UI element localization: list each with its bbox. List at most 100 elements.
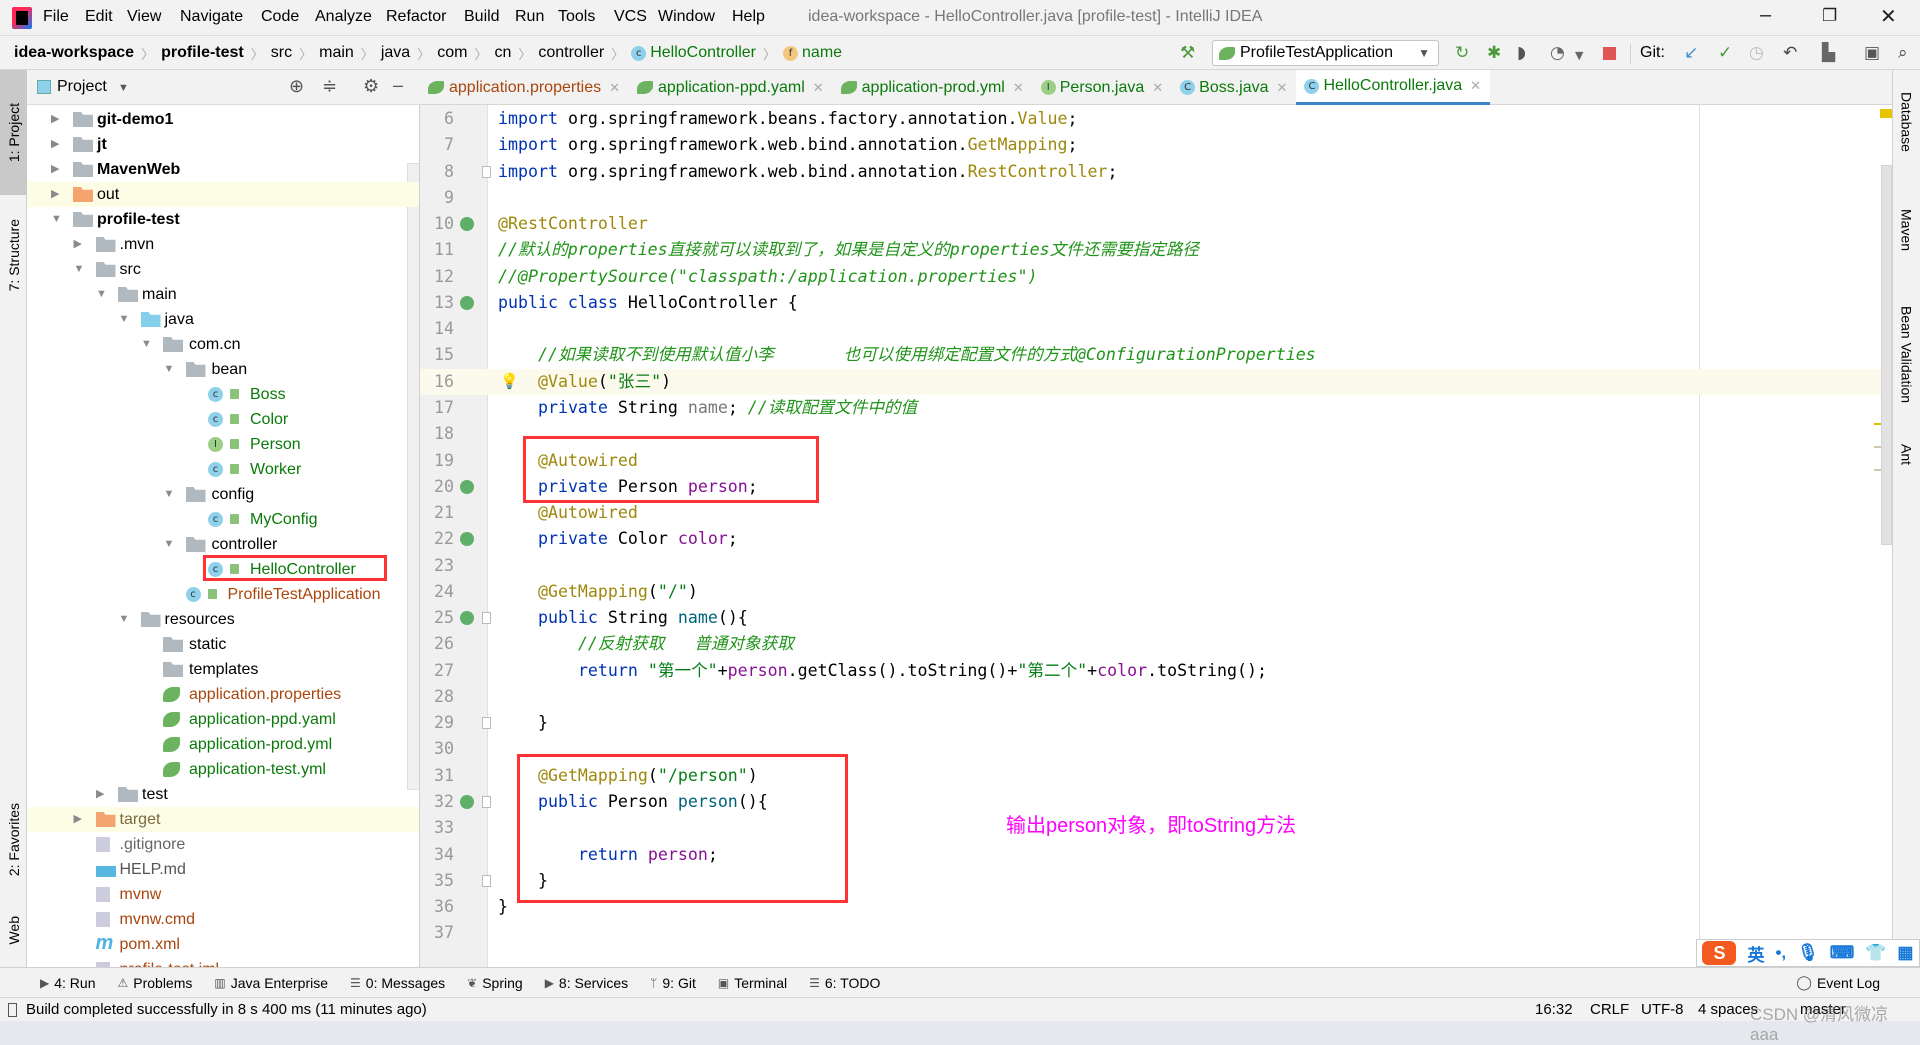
code-line[interactable]: 28 xyxy=(420,684,1892,710)
breadcrumb-item[interactable]: com xyxy=(437,44,467,62)
collapsed-arrow-icon[interactable]: ▶ xyxy=(74,232,88,257)
collapsed-arrow-icon[interactable]: ▶ xyxy=(74,807,88,832)
spring-bean-gutter-icon[interactable] xyxy=(460,295,474,310)
rerun-icon[interactable]: ↻ xyxy=(1455,44,1469,62)
stop-icon[interactable] xyxy=(1603,47,1616,60)
breadcrumb-item[interactable]: java xyxy=(381,44,410,62)
tree-item--gitignore[interactable]: .gitignore xyxy=(27,832,419,857)
tool-tab-web[interactable]: Web xyxy=(0,900,27,960)
tree-item-mvnw[interactable]: mvnw xyxy=(27,882,419,907)
tree-item-resources[interactable]: ▼ resources xyxy=(27,607,419,632)
tree-item-color[interactable]: c Color xyxy=(27,407,419,432)
tree-item-src[interactable]: ▼ src xyxy=(27,257,419,282)
fold-marker-icon[interactable] xyxy=(482,796,491,809)
microphone-icon[interactable]: 🎙 xyxy=(1797,943,1819,963)
tool-tab-8-services[interactable]: ▶ 8: Services xyxy=(545,975,628,991)
tree-item-application-properties[interactable]: application.properties xyxy=(27,682,419,707)
search-icon[interactable]: ⌕ xyxy=(1898,44,1908,62)
fold-marker-icon[interactable] xyxy=(482,165,491,178)
locate-icon[interactable]: ⊕ xyxy=(289,76,304,97)
code-line[interactable]: 10 @RestController xyxy=(420,211,1892,237)
tool-tab-structure[interactable]: 7: Structure xyxy=(0,200,27,310)
file-encoding[interactable]: UTF-8 xyxy=(1641,998,1684,1022)
expanded-arrow-icon[interactable]: ▼ xyxy=(164,482,178,507)
status-message[interactable]: Build completed successfully in 8 s 400 … xyxy=(26,998,427,1022)
tree-item-jt[interactable]: ▶ jt xyxy=(27,132,419,157)
gear-icon[interactable]: ⚙ xyxy=(363,76,379,97)
expanded-arrow-icon[interactable]: ▼ xyxy=(119,307,133,332)
tree-item-profiletestapplication[interactable]: c ProfileTestApplication xyxy=(27,582,419,607)
restore-button[interactable]: ❐ xyxy=(1822,6,1837,26)
code-line[interactable]: 12 //@PropertySource("classpath:/applicat… xyxy=(420,264,1892,290)
code-line[interactable]: 13 public class HelloController { xyxy=(420,290,1892,316)
collapsed-arrow-icon[interactable]: ▶ xyxy=(51,157,65,182)
code-line[interactable]: 17 private String name; //读取配置文件中的值 xyxy=(420,395,1892,421)
collapsed-arrow-icon[interactable]: ▶ xyxy=(51,132,65,157)
tool-tab-spring[interactable]: ❦ Spring xyxy=(467,975,523,991)
code-line[interactable]: 26 //反射获取 普通对象获取 xyxy=(420,631,1892,657)
tree-item-git-demo1[interactable]: ▶ git-demo1 xyxy=(27,107,419,132)
tab-person-java[interactable]: I Person.java ✕ xyxy=(1033,70,1172,105)
menu-file[interactable]: File xyxy=(43,8,69,26)
project-view-selector[interactable]: Project xyxy=(57,78,107,96)
code-line[interactable]: 16 💡 @Value("张三") xyxy=(420,368,1892,395)
tab-application-prod-yml[interactable]: application-prod.yml ✕ xyxy=(833,70,1033,105)
close-tab-icon[interactable]: ✕ xyxy=(1470,78,1481,94)
git-commit-icon[interactable]: ✓ xyxy=(1718,44,1732,62)
tree-item-controller[interactable]: ▼ controller xyxy=(27,532,419,557)
collapse-all-icon[interactable]: ≑ xyxy=(322,76,337,97)
tree-item-static[interactable]: static xyxy=(27,632,419,657)
code-line[interactable]: 22 private Color color; xyxy=(420,526,1892,552)
tree-item-profile-test[interactable]: ▼ profile-test xyxy=(27,207,419,232)
spring-bean-gutter-icon[interactable] xyxy=(460,532,474,547)
code-line[interactable]: 9 xyxy=(420,185,1892,211)
menu-edit[interactable]: Edit xyxy=(85,8,113,26)
tree-item-profile-test-iml[interactable]: profile-test.iml xyxy=(27,957,419,967)
code-line[interactable]: 25 public String name(){ xyxy=(420,605,1892,631)
chevron-down-icon[interactable]: ▼ xyxy=(1575,47,1583,65)
code-line[interactable]: 8 import org.springframework.web.bind.ann… xyxy=(420,159,1892,185)
menu-view[interactable]: View xyxy=(127,8,161,26)
coverage-icon[interactable]: ◗ xyxy=(1517,44,1526,62)
menu-window[interactable]: Window xyxy=(658,8,715,26)
tree-item-application-prod-yml[interactable]: application-prod.yml xyxy=(27,732,419,757)
code-line[interactable]: 7 import org.springframework.web.bind.ann… xyxy=(420,132,1892,158)
tool-tab-9-git[interactable]: ᛘ 9: Git xyxy=(650,975,696,991)
breadcrumb-item[interactable]: f name xyxy=(783,44,842,62)
tree-item-application-test-yml[interactable]: application-test.yml xyxy=(27,757,419,782)
tool-tab-project[interactable]: 1: Project xyxy=(0,70,27,195)
fold-marker-icon[interactable] xyxy=(482,612,491,625)
expanded-arrow-icon[interactable]: ▼ xyxy=(74,257,88,282)
breadcrumb-item[interactable]: main xyxy=(319,44,354,62)
code-line[interactable]: 27 return "第一个"+person.getClass().toStri… xyxy=(420,658,1892,684)
skin-icon[interactable]: 👕 xyxy=(1865,943,1886,963)
close-tab-icon[interactable]: ✕ xyxy=(609,80,620,96)
code-line[interactable]: 29 } xyxy=(420,710,1892,736)
breadcrumb-item[interactable]: profile-test xyxy=(161,44,244,62)
tool-tab-favorites[interactable]: 2: Favorites xyxy=(0,785,27,895)
tool-tab-java-enterprise[interactable]: ▥ Java Enterprise xyxy=(214,975,328,991)
collapsed-arrow-icon[interactable]: ▶ xyxy=(96,782,110,807)
tree-item-worker[interactable]: c Worker xyxy=(27,457,419,482)
tree-item-boss[interactable]: c Boss xyxy=(27,382,419,407)
run-config-dropdown[interactable]: ProfileTestApplication ▼ xyxy=(1212,40,1439,66)
git-update-icon[interactable]: ↙ xyxy=(1684,44,1698,62)
tool-tab-0-messages[interactable]: ☰ 0: Messages xyxy=(350,975,445,991)
expanded-arrow-icon[interactable]: ▼ xyxy=(96,282,110,307)
presentation-icon[interactable]: ▣ xyxy=(1864,44,1880,62)
tree-item-templates[interactable]: templates xyxy=(27,657,419,682)
close-tab-icon[interactable]: ✕ xyxy=(1013,80,1024,96)
tree-item-java[interactable]: ▼ java xyxy=(27,307,419,332)
sogou-logo-icon[interactable]: S xyxy=(1702,941,1737,965)
keyboard-icon[interactable]: ⌨ xyxy=(1830,943,1855,963)
breadcrumb-item[interactable]: controller xyxy=(538,44,604,62)
rollback-icon[interactable]: ↶ xyxy=(1783,44,1797,62)
menu-build[interactable]: Build xyxy=(464,8,500,26)
tree-item-config[interactable]: ▼ config xyxy=(27,482,419,507)
expanded-arrow-icon[interactable]: ▼ xyxy=(119,607,133,632)
profiler-icon[interactable]: ◔ xyxy=(1550,44,1565,62)
menu-vcs[interactable]: VCS xyxy=(614,8,647,26)
hammer-icon[interactable]: ⚒ xyxy=(1180,44,1195,62)
caret-position[interactable]: 16:32 xyxy=(1535,998,1573,1022)
spring-bean-gutter-icon[interactable] xyxy=(460,479,474,494)
